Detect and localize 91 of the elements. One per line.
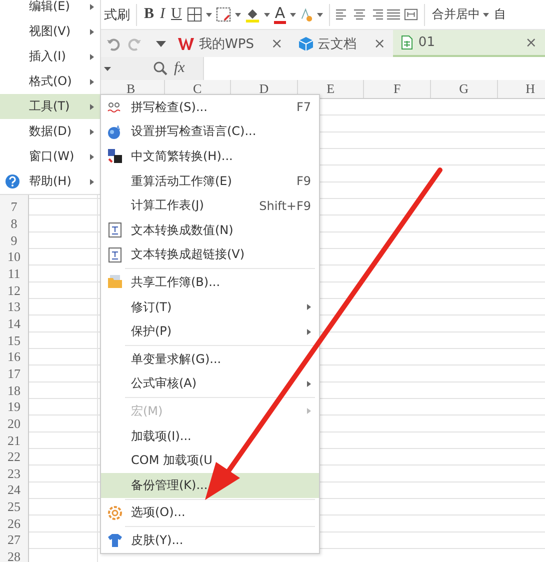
border-icon[interactable] (186, 7, 202, 22)
menu-item[interactable]: 共享工作簿(B)... (101, 270, 319, 295)
caret-icon (264, 12, 270, 16)
row-header[interactable]: 9 (0, 232, 28, 249)
document-icon (107, 246, 123, 263)
submenu-arrow-icon (90, 178, 94, 184)
row-header[interactable]: 19 (0, 398, 28, 416)
menu-item[interactable]: 皮肤(Y)... (101, 528, 319, 553)
font-color-button[interactable]: A (274, 6, 286, 24)
menu-item[interactable]: 保护(P) (101, 319, 319, 344)
row-header[interactable]: 14 (0, 316, 28, 332)
submenu-arrow-icon (90, 154, 94, 160)
align-icon[interactable] (353, 8, 366, 20)
row-header[interactable]: 17 (0, 366, 28, 382)
document-tab[interactable]: 01 × (393, 30, 545, 57)
row-header[interactable]: 22 (0, 448, 28, 466)
menu-item[interactable]: COM 加载项(U (101, 448, 319, 473)
menu-item[interactable]: 重算活动工作簿(E) F9 (101, 168, 319, 194)
globe-icon (107, 124, 123, 140)
caret-icon (317, 12, 324, 16)
row-header[interactable]: 10 (0, 248, 28, 266)
caret-icon (206, 12, 212, 16)
submenu-arrow-icon (90, 28, 94, 34)
submenu-arrow-icon (90, 4, 94, 10)
caret-icon[interactable] (104, 66, 111, 70)
row-header[interactable]: 8 (0, 216, 28, 232)
row-header[interactable]: 15 (0, 332, 28, 349)
row-header[interactable]: 27 (0, 532, 28, 549)
zoom-icon[interactable] (153, 61, 168, 76)
cube-icon (298, 36, 313, 50)
menu-item[interactable]: 选项(O)... (101, 500, 319, 526)
row-header[interactable]: 25 (0, 498, 28, 516)
menu-item[interactable]: 工具(T) (0, 94, 100, 119)
row-header[interactable]: 21 (0, 432, 28, 449)
table-style-icon[interactable] (216, 7, 231, 22)
fill-color-icon[interactable] (244, 6, 260, 22)
undo-icon[interactable] (106, 36, 120, 50)
close-icon[interactable]: × (258, 36, 283, 52)
menu-item[interactable]: 加载项(I)... (101, 424, 319, 448)
column-header[interactable]: F (363, 80, 430, 98)
menu-item[interactable]: 公式审核(A) (101, 372, 319, 396)
row-header[interactable]: 7 (0, 199, 28, 216)
menu-item[interactable]: 文本转换成数值(N) (101, 218, 319, 243)
document-icon (107, 222, 123, 238)
column-header[interactable]: H (496, 80, 545, 98)
menu-item[interactable]: 中文简繁转换(H)... (101, 144, 319, 169)
help-icon (5, 174, 20, 189)
menu-item[interactable]: 计算工作表(J) Shift+F9 (101, 193, 319, 218)
shirt-icon (107, 532, 123, 548)
caret-icon (234, 12, 241, 16)
row-header[interactable]: 26 (0, 515, 28, 532)
toolbar-label[interactable]: 自 (494, 6, 506, 23)
menu-item[interactable]: 修订(T) (101, 294, 319, 320)
submenu-arrow-icon (90, 104, 94, 110)
bold-button[interactable]: B (143, 4, 156, 26)
caret-icon (483, 12, 490, 16)
underline-button[interactable]: U (170, 4, 183, 26)
folder-icon (107, 274, 123, 290)
caret-icon (290, 12, 296, 16)
align-icon[interactable] (370, 8, 384, 20)
menu-item[interactable]: 拼写检查(S)... F7 (101, 95, 319, 120)
caret-icon[interactable] (156, 40, 166, 46)
row-header[interactable]: 12 (0, 282, 28, 299)
row-header[interactable]: 28 (0, 548, 28, 562)
align-icon[interactable] (387, 8, 400, 20)
gear-icon (107, 504, 123, 521)
submenu-arrow-icon (90, 78, 94, 84)
function-button[interactable]: fx (174, 60, 185, 77)
logo-icon (178, 36, 194, 50)
sheet-icon (401, 35, 414, 50)
row-header[interactable]: 23 (0, 466, 28, 482)
menu-item[interactable]: 单变量求解(G)... (101, 346, 319, 372)
convert-icon (107, 148, 123, 164)
submenu-arrow-icon (90, 128, 94, 134)
menu-item[interactable]: 文本转换成超链接(V) (101, 242, 319, 268)
menu-item[interactable]: 设置拼写检查语言(C)... (101, 120, 319, 144)
row-header[interactable]: 24 (0, 482, 28, 499)
submenu-arrow-icon (90, 54, 94, 60)
row-header[interactable]: 20 (0, 416, 28, 432)
merge-center-button[interactable]: 合并居中 (431, 4, 490, 26)
row-header[interactable]: 11 (0, 266, 28, 282)
formula-input[interactable] (202, 57, 545, 80)
distribute-icon[interactable] (404, 8, 418, 21)
row-header[interactable]: 18 (0, 382, 28, 399)
italic-button[interactable]: I (159, 4, 166, 26)
close-icon[interactable]: × (513, 34, 537, 50)
row-header[interactable]: 13 (0, 298, 28, 316)
column-header[interactable]: G (430, 80, 497, 98)
format-painter-label[interactable]: 式刷 (104, 6, 130, 24)
row-header[interactable]: 16 (0, 348, 28, 366)
close-icon[interactable]: × (362, 36, 386, 52)
